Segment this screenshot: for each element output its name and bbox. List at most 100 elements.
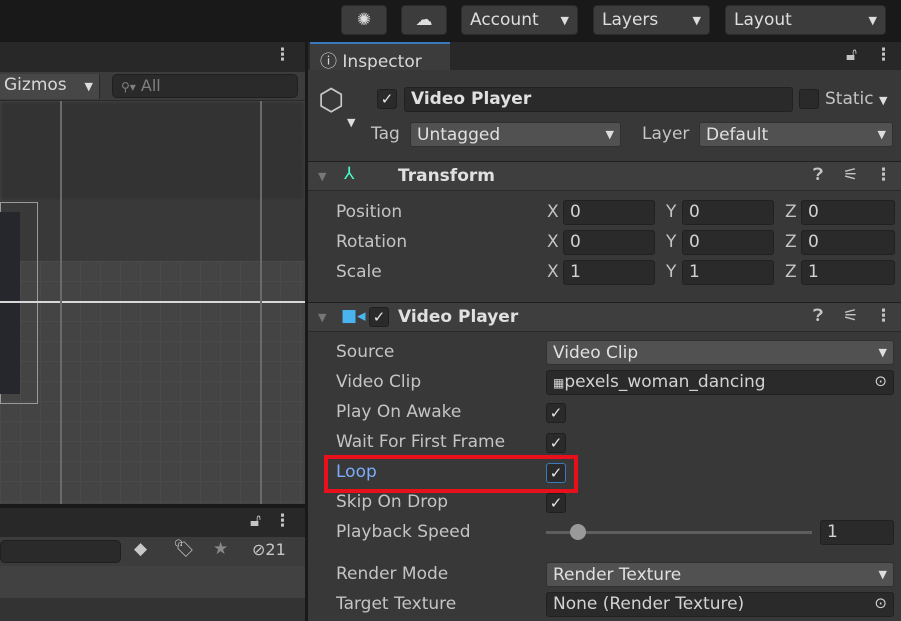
gizmos-label: Gizmos [4, 75, 67, 95]
search-icon: ⚲▾ [121, 80, 136, 94]
more-menu-icon[interactable]: ⋮ [274, 511, 291, 531]
cloud-button[interactable]: ☁ [401, 5, 447, 35]
presets-icon[interactable]: ⚟ [843, 306, 858, 326]
tag-dropdown[interactable]: Untagged ▼ [410, 122, 621, 147]
source-dropdown[interactable]: Video Clip ▼ [546, 340, 894, 365]
axis-x-label[interactable]: X [547, 232, 559, 252]
layout-label: Layout [734, 10, 792, 30]
scene-search-input[interactable]: ⚲▾ All [112, 74, 298, 98]
static-checkbox[interactable] [799, 89, 819, 109]
more-menu-icon[interactable]: ⋮ [875, 165, 892, 185]
rotation-y-input[interactable]: 0 [682, 230, 774, 255]
chevron-down-icon: ▼ [877, 128, 886, 141]
foldout-arrow-icon[interactable]: ▼ [318, 170, 326, 183]
playback-speed-input[interactable]: 1 [820, 520, 894, 545]
scale-z-input[interactable]: 1 [801, 260, 895, 285]
filter-by-type-icon[interactable]: ◆ [134, 539, 147, 559]
video-clip-asset-icon: ▦ [553, 376, 565, 390]
project-search-input[interactable] [0, 540, 121, 563]
tag-label: Tag [371, 124, 400, 144]
scale-x-input[interactable]: 1 [563, 260, 655, 285]
grid-line [260, 101, 262, 504]
rotation-z-input[interactable]: 0 [801, 230, 895, 255]
render-mode-value: Render Texture [553, 564, 682, 585]
inspector-tab-bar: ⓘ Inspector 🔓︎ ⋮ [308, 42, 901, 72]
layers-dropdown[interactable]: Layers ▼ [593, 5, 710, 35]
account-dropdown[interactable]: Account ▼ [461, 5, 578, 35]
more-menu-icon[interactable]: ⋮ [875, 306, 892, 326]
rotation-x-input[interactable]: 0 [563, 230, 655, 255]
canvas-image [0, 212, 20, 394]
axis-z-label[interactable]: Z [785, 232, 797, 252]
object-picker-icon[interactable]: ⊙ [874, 594, 887, 612]
axis-y-label[interactable]: Y [666, 202, 676, 222]
axis-z-label[interactable]: Z [785, 202, 797, 222]
static-label: Static [825, 89, 874, 109]
video-player-title: Video Player [398, 307, 519, 327]
render-mode-dropdown[interactable]: Render Texture ▼ [546, 562, 894, 587]
position-x-input[interactable]: 0 [563, 200, 655, 225]
transform-title: Transform [398, 166, 495, 186]
target-texture-field[interactable]: None (Render Texture) ⊙ [546, 592, 894, 617]
position-y-input[interactable]: 0 [682, 200, 774, 225]
foldout-arrow-icon[interactable]: ▼ [318, 311, 326, 324]
static-dropdown[interactable]: Static ▼ [825, 89, 887, 109]
position-z-input[interactable]: 0 [801, 200, 895, 225]
filter-by-label-icon[interactable]: 🏷︎ [173, 539, 195, 559]
tab-inspector[interactable]: ⓘ Inspector [310, 42, 450, 72]
axis-y-label[interactable]: Y [666, 262, 676, 282]
component-enabled-checkbox[interactable]: ✓ [369, 307, 389, 327]
services-button[interactable]: ✺ [341, 5, 387, 35]
more-menu-icon[interactable]: ⋮ [274, 45, 291, 65]
layer-dropdown[interactable]: Default ▼ [699, 122, 893, 147]
slider-thumb[interactable] [570, 524, 586, 540]
layer-label: Layer [642, 124, 690, 144]
chevron-down-icon: ▼ [84, 80, 93, 93]
video-clip-label: Video Clip [336, 372, 422, 392]
search-placeholder: All [140, 76, 161, 95]
project-breadcrumb-bar [0, 566, 305, 598]
help-icon[interactable]: ❓︎ [813, 165, 823, 185]
object-picker-icon[interactable]: ⊙ [874, 372, 887, 390]
help-icon[interactable]: ❓︎ [813, 306, 823, 326]
skip-on-drop-checkbox[interactable]: ✓ [546, 493, 566, 513]
inspector-tab-label: Inspector [342, 52, 422, 72]
more-menu-icon[interactable]: ⋮ [875, 45, 892, 65]
favorites-star-icon[interactable]: ★ [213, 539, 228, 559]
gameobject-cube-icon[interactable]: ⬡ [318, 84, 344, 118]
lock-icon[interactable]: 🔓︎ [250, 511, 261, 531]
layers-label: Layers [602, 10, 659, 30]
transform-row-label: Position [336, 202, 403, 222]
axis-z-label[interactable]: Z [785, 262, 797, 282]
target-texture-value: None (Render Texture) [553, 594, 745, 614]
layer-value: Default [706, 124, 769, 145]
axis-x-label[interactable]: X [547, 202, 559, 222]
video-clip-field[interactable]: ▦pexels_woman_dancing ⊙ [546, 370, 894, 395]
project-content [0, 598, 305, 621]
gizmos-dropdown[interactable]: Gizmos ▼ [0, 74, 100, 99]
axis-x-label[interactable]: X [547, 262, 559, 282]
presets-icon[interactable]: ⚟ [843, 165, 858, 185]
active-checkbox[interactable]: ✓ [377, 89, 397, 109]
target-texture-label: Target Texture [336, 594, 457, 614]
play-on-awake-checkbox[interactable]: ✓ [546, 403, 566, 423]
transform-header[interactable]: ▼ ⅄ Transform ❓︎ ⚟ ⋮ [308, 161, 901, 191]
transform-icon: ⅄ [344, 164, 355, 184]
wait-first-frame-checkbox[interactable]: ✓ [546, 433, 566, 453]
axis-y-label[interactable]: Y [666, 232, 676, 252]
video-player-header[interactable]: ▼ ■◂ ✓ Video Player ❓︎ ⚟ ⋮ [308, 302, 901, 332]
video-clip-value: pexels_woman_dancing [564, 372, 766, 392]
lock-icon[interactable]: 🔓︎ [846, 45, 857, 65]
scale-y-input[interactable]: 1 [682, 260, 774, 285]
chevron-down-icon: ▼ [347, 116, 356, 129]
scene-view[interactable] [0, 101, 305, 504]
playback-speed-label: Playback Speed [336, 522, 471, 542]
grid-line [60, 101, 62, 504]
transform-row-label: Scale [336, 262, 382, 282]
hidden-packages-button[interactable]: ⊘21 [252, 540, 286, 559]
eye-slash-icon: ⊘ [252, 540, 266, 559]
layout-dropdown[interactable]: Layout ▼ [725, 5, 886, 35]
object-name-input[interactable]: Video Player [404, 87, 793, 112]
chevron-down-icon: ▼ [692, 13, 701, 27]
chevron-down-icon: ▼ [879, 94, 888, 107]
